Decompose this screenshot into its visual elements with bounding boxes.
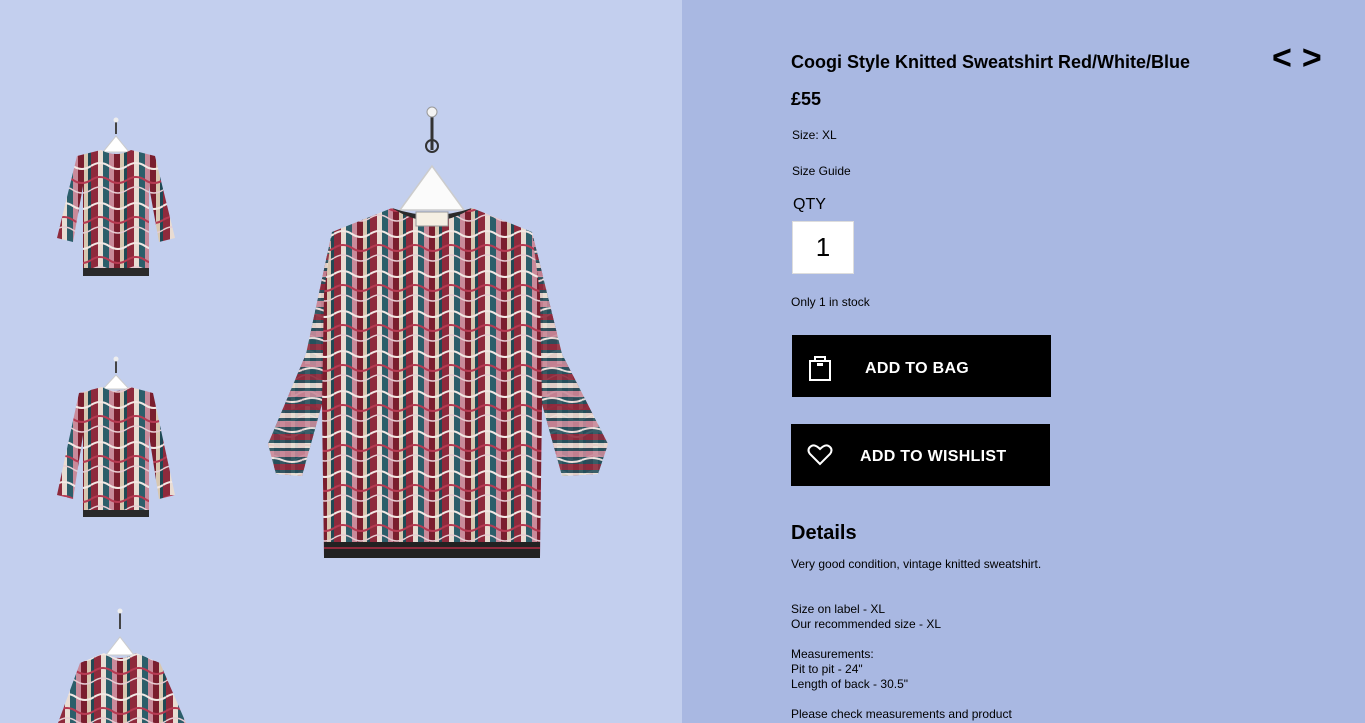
- quantity-input[interactable]: [792, 221, 854, 274]
- measurements-heading: Measurements:: [791, 647, 874, 661]
- previous-product-button[interactable]: <: [1272, 38, 1292, 78]
- size-on-label: Size on label - XL: [791, 602, 886, 616]
- add-to-wishlist-label: ADD TO WISHLIST: [860, 448, 1007, 465]
- size-guide-link[interactable]: Size Guide: [792, 164, 851, 178]
- product-navigation: < >: [1272, 38, 1332, 78]
- details-heading: Details: [791, 522, 857, 544]
- shopping-bag-icon: [808, 354, 832, 385]
- product-gallery: [0, 0, 682, 723]
- product-title: Coogi Style Knitted Sweatshirt Red/White…: [791, 52, 1191, 72]
- sweatshirt-main-image: [262, 104, 622, 574]
- details-body: Very good condition, vintage knitted swe…: [791, 557, 1091, 722]
- length-of-back: Length of back - 30.5": [791, 677, 909, 691]
- product-info-panel: Coogi Style Knitted Sweatshirt Red/White…: [682, 0, 1365, 723]
- sweatshirt-thumbnail-3[interactable]: [58, 607, 188, 723]
- next-product-button[interactable]: >: [1302, 38, 1322, 78]
- stock-status: Only 1 in stock: [791, 295, 870, 309]
- add-to-bag-label: ADD TO BAG: [865, 360, 970, 377]
- sweatshirt-thumbnail-1[interactable]: [55, 116, 180, 284]
- add-to-bag-button[interactable]: ADD TO BAG: [792, 335, 1051, 397]
- quantity-label: QTY: [793, 196, 826, 213]
- heart-icon: [807, 443, 833, 470]
- product-size: Size: XL: [792, 128, 837, 142]
- measurements-note: Please check measurements and product: [791, 707, 1012, 721]
- recommended-size: Our recommended size - XL: [791, 617, 942, 631]
- product-price: £55: [791, 89, 822, 109]
- add-to-wishlist-button[interactable]: ADD TO WISHLIST: [791, 424, 1050, 486]
- sweatshirt-thumbnail-2[interactable]: [55, 355, 180, 523]
- pit-to-pit: Pit to pit - 24": [791, 662, 863, 676]
- details-description: Very good condition, vintage knitted swe…: [791, 557, 1042, 571]
